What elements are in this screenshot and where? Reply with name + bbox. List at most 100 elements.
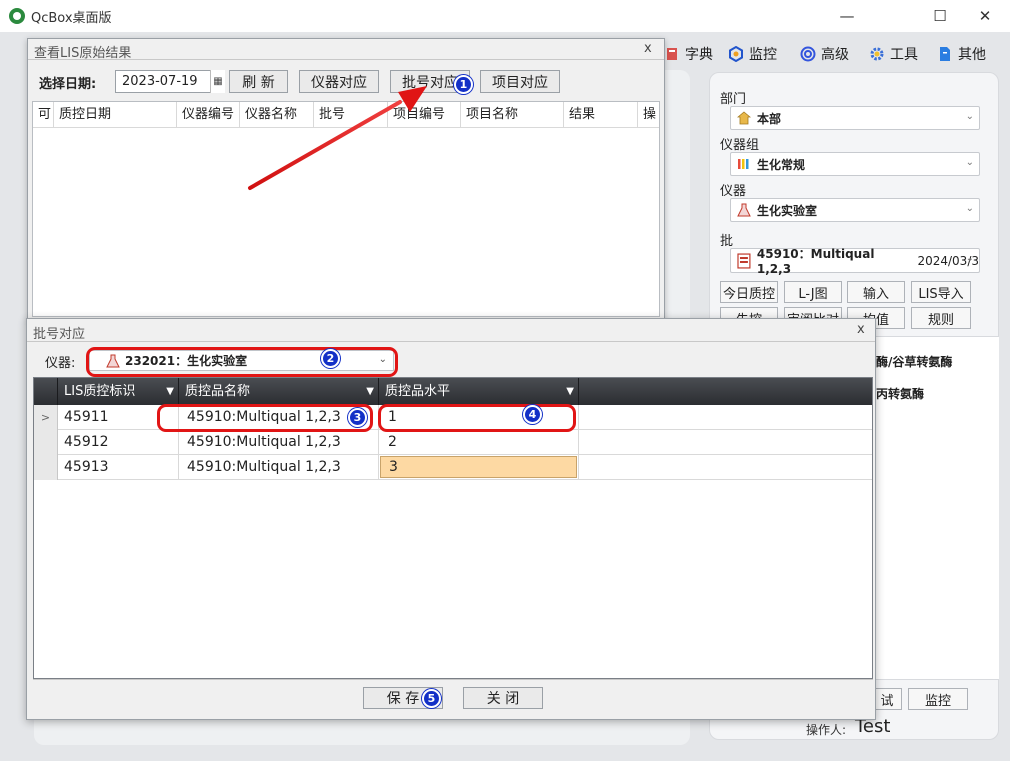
row-header-corner xyxy=(34,378,58,405)
col-header-instrument-no[interactable]: 仪器编号 xyxy=(177,102,240,128)
app-logo-icon xyxy=(9,8,25,24)
toolbar-dictionary[interactable]: 字典 xyxy=(664,43,713,65)
operator-label: 操作人: xyxy=(806,723,847,737)
batch-label: 批 xyxy=(720,234,734,249)
level-editor-input[interactable]: 3 xyxy=(380,456,577,478)
batch-dialog-title: 批号对应 xyxy=(33,327,86,342)
dept-label: 部门 xyxy=(720,92,747,107)
date-input[interactable]: 2023-07-19 xyxy=(115,70,225,93)
toolbar-monitor-label: 监控 xyxy=(749,47,777,63)
monitor-button[interactable]: 监控 xyxy=(908,688,968,710)
chevron-down-icon: ⌄ xyxy=(965,111,974,122)
batch-document-icon xyxy=(737,252,751,269)
dept-select[interactable]: 本部 ⌄ xyxy=(730,106,980,130)
filter-icon[interactable]: ▼ xyxy=(566,378,574,405)
dialog-instrument-label: 仪器: xyxy=(45,356,76,371)
batch-select[interactable]: 45910：Multiqual 1,2,3 2024/03/3 ⌄ xyxy=(730,247,980,276)
lis-import-button[interactable]: LIS导入 xyxy=(911,281,971,303)
row-header[interactable] xyxy=(34,455,58,480)
monitor-icon xyxy=(729,46,743,62)
item-mapping-button[interactable]: 项目对应 xyxy=(480,70,560,93)
lj-chart-button[interactable]: L-J图 xyxy=(784,281,842,303)
flask-icon xyxy=(737,203,751,217)
toolbar-other-label: 其他 xyxy=(958,47,986,63)
col-header-qc-name[interactable]: 质控品名称 ▼ xyxy=(179,378,379,405)
test-button[interactable]: 试 xyxy=(872,688,902,710)
toolbar-tools[interactable]: 工具 xyxy=(869,43,918,65)
test-tubes-icon xyxy=(738,159,749,169)
chevron-down-icon: ⌄ xyxy=(965,203,974,214)
batch-close-x-button[interactable]: x xyxy=(857,322,865,337)
batch-title-separator xyxy=(27,341,875,342)
annotation-box-qc-level xyxy=(378,404,576,432)
instrument-select[interactable]: 生化实验室 ⌄ xyxy=(730,198,980,222)
annotation-box-qc-name xyxy=(157,404,373,432)
table-row[interactable]: 45912 45910:Multiqual 1,2,3 2 xyxy=(34,430,872,455)
chevron-down-icon: ⌄ xyxy=(965,157,974,168)
annotation-arrow xyxy=(248,86,427,190)
advanced-icon xyxy=(800,46,816,62)
other-icon xyxy=(940,47,950,61)
annotation-badge-3: 3 xyxy=(348,408,367,427)
annotation-box-instrument xyxy=(86,347,398,377)
group-select[interactable]: 生化常规 ⌄ xyxy=(730,152,980,176)
cell-qc-level[interactable]: 3 xyxy=(379,455,579,480)
dept-value: 本部 xyxy=(757,111,782,126)
item-alt[interactable]: 丙转氨酶 xyxy=(876,385,924,402)
toolbar-other[interactable]: 其他 xyxy=(937,43,986,65)
close-dialog-button[interactable]: 关 闭 xyxy=(463,687,543,709)
group-label: 仪器组 xyxy=(720,138,760,153)
cell-qc-name[interactable]: 45910:Multiqual 1,2,3 xyxy=(179,455,379,480)
annotation-badge-4: 4 xyxy=(523,405,542,424)
row-current-marker[interactable]: > xyxy=(34,405,58,430)
annotation-badge-5: 5 xyxy=(422,689,441,708)
instrument-label: 仪器 xyxy=(720,184,747,199)
col-header-lis-id[interactable]: LIS质控标识 ▼ xyxy=(58,378,179,405)
col-header-qc-date[interactable]: 质控日期 xyxy=(54,102,177,128)
toolbar-advanced-label: 高级 xyxy=(821,47,849,63)
filter-icon[interactable]: ▼ xyxy=(166,378,174,405)
minimize-button[interactable]: — xyxy=(824,2,870,30)
chevron-down-icon: ⌄ xyxy=(965,253,974,264)
dictionary-icon xyxy=(667,48,677,60)
toolbar-advanced[interactable]: 高级 xyxy=(800,43,849,65)
batch-mapping-dialog: 批号对应 x 仪器: 232021：生化实验室 ⌄ LIS质控标识 ▼ 质控品名… xyxy=(26,318,876,720)
col-header-qc-level-label: 质控品水平 xyxy=(385,384,451,399)
cell-qc-name[interactable]: 45910:Multiqual 1,2,3 xyxy=(179,430,379,455)
toolbar-monitor[interactable]: 监控 xyxy=(728,43,777,65)
toolbar-dictionary-label: 字典 xyxy=(685,47,713,63)
col-header-action[interactable]: 操 xyxy=(638,102,659,128)
col-header-result[interactable]: 结果 xyxy=(564,102,638,128)
col-header-qc-level[interactable]: 质控品水平 ▼ xyxy=(379,378,579,405)
group-value: 生化常规 xyxy=(757,157,806,172)
date-label: 选择日期: xyxy=(39,77,97,92)
batch-value: 45910：Multiqual 1,2,3 xyxy=(756,247,875,276)
col-header-item-name[interactable]: 项目名称 xyxy=(461,102,564,128)
cell-lis-id[interactable]: 45913 xyxy=(58,455,179,480)
col-header-select[interactable]: 可 xyxy=(33,102,54,128)
item-ast[interactable]: 酶/谷草转氨酶 xyxy=(876,353,952,370)
col-header-lis-id-label: LIS质控标识 xyxy=(64,384,136,399)
lis-title-separator xyxy=(28,59,664,60)
home-icon xyxy=(737,111,751,125)
table-row[interactable]: 45913 45910:Multiqual 1,2,3 3 xyxy=(34,455,872,480)
mapping-grid-header: LIS质控标识 ▼ 质控品名称 ▼ 质控品水平 ▼ xyxy=(34,378,872,405)
annotation-badge-2: 2 xyxy=(321,349,340,368)
input-button[interactable]: 输入 xyxy=(847,281,905,303)
tools-gear-icon xyxy=(870,47,884,61)
filter-icon[interactable]: ▼ xyxy=(366,378,374,405)
annotation-badge-1: 1 xyxy=(454,75,473,94)
rules-button[interactable]: 规则 xyxy=(911,307,971,329)
close-button[interactable]: ✕ xyxy=(962,2,1008,30)
today-qc-button[interactable]: 今日质控 xyxy=(720,281,778,303)
calendar-icon[interactable]: ▦ xyxy=(210,70,225,93)
instrument-value: 生化实验室 xyxy=(757,203,818,218)
cell-lis-id[interactable]: 45912 xyxy=(58,430,179,455)
col-header-qc-name-label: 质控品名称 xyxy=(185,384,251,399)
grid-bottom-separator xyxy=(33,679,873,680)
row-header[interactable] xyxy=(34,430,58,455)
toolbar-tools-label: 工具 xyxy=(890,47,918,63)
cell-qc-level[interactable]: 2 xyxy=(379,430,579,455)
lis-close-button[interactable]: x xyxy=(644,41,652,56)
maximize-button[interactable]: ☐ xyxy=(917,2,963,30)
